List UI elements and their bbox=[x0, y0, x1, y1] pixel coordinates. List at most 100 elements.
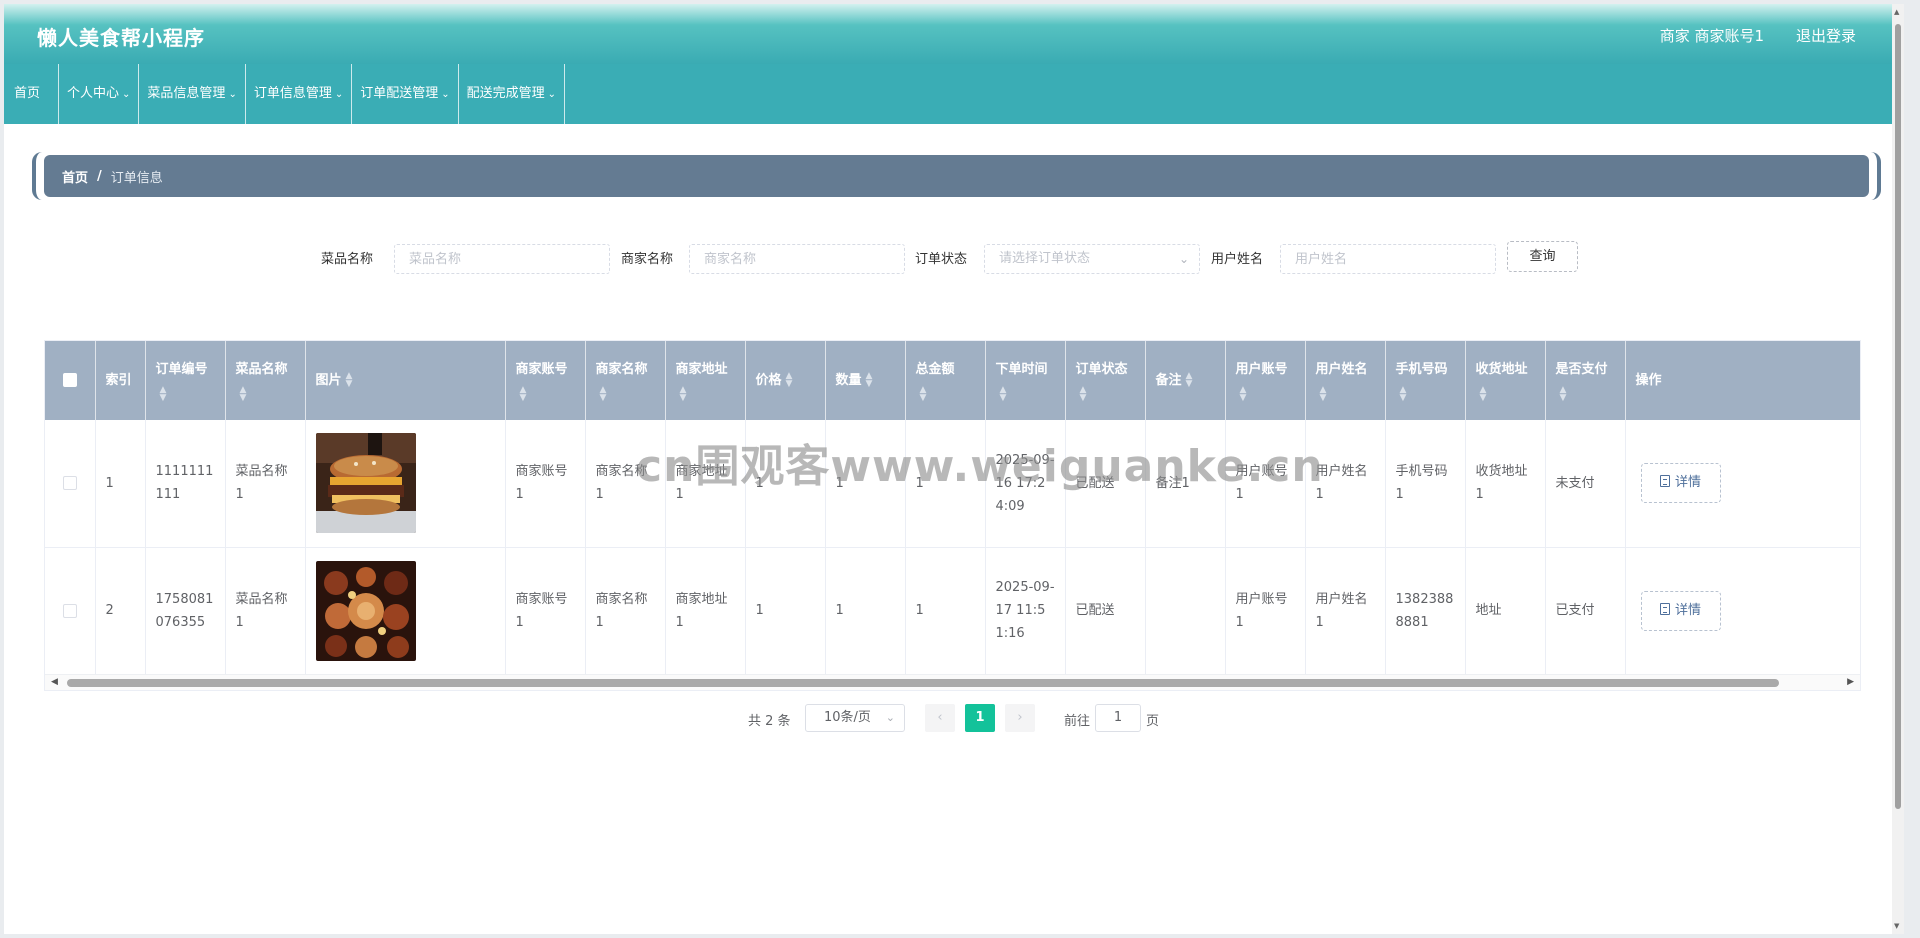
nav-item-delivery-management[interactable]: 订单配送管理 ⌄ bbox=[352, 64, 459, 124]
chevron-down-icon: ⌄ bbox=[1178, 252, 1189, 266]
cell-order-time: 2025-09-16 17:24:09 bbox=[985, 420, 1066, 547]
header-merchant-account[interactable]: 商家账号 ▲ ▼ bbox=[505, 341, 586, 420]
cell-merchant-address: 商家地址1 bbox=[665, 547, 746, 674]
sort-icon[interactable]: ▲ ▼ bbox=[1560, 385, 1615, 402]
row-checkbox[interactable] bbox=[62, 476, 77, 491]
cell-image bbox=[305, 547, 506, 674]
sort-icon[interactable]: ▲ ▼ bbox=[680, 385, 735, 402]
sort-icon[interactable]: ▲ ▼ bbox=[1080, 385, 1135, 402]
nav-item-personal-center[interactable]: 个人中心 ⌄ bbox=[59, 64, 140, 124]
header-index: 索引 bbox=[95, 341, 146, 420]
header-order-no[interactable]: 订单编号 ▲ ▼ bbox=[145, 341, 226, 420]
horizontal-scrollbar[interactable]: ◀ ▶ bbox=[45, 674, 1860, 690]
dish-name-input[interactable] bbox=[394, 244, 610, 274]
cell-merchant-address: 商家地址1 bbox=[665, 420, 746, 547]
nav-item-completed-management[interactable]: 配送完成管理 ⌄ bbox=[459, 64, 566, 124]
scroll-left-icon[interactable]: ◀ bbox=[51, 677, 58, 687]
header-price[interactable]: 价格 ▲ ▼ bbox=[745, 341, 826, 420]
nav-item-dish-management[interactable]: 菜品信息管理 ⌄ bbox=[139, 64, 246, 124]
sort-icon[interactable]: ▲ ▼ bbox=[346, 372, 353, 389]
detail-button[interactable]: 详情 bbox=[1640, 590, 1721, 631]
detail-button-label: 详情 bbox=[1674, 602, 1701, 618]
header-select-all[interactable] bbox=[45, 341, 96, 420]
detail-button[interactable]: 详情 bbox=[1640, 463, 1721, 504]
sort-icon[interactable]: ▲ ▼ bbox=[1480, 385, 1535, 402]
header-phone[interactable]: 手机号码 ▲ ▼ bbox=[1385, 341, 1466, 420]
header-order-time[interactable]: 下单时间 ▲ ▼ bbox=[985, 341, 1066, 420]
food-spread-image bbox=[315, 560, 416, 661]
header-label: 订单状态 bbox=[1075, 361, 1128, 377]
sort-icon[interactable]: ▲ ▼ bbox=[920, 385, 975, 402]
header-user-name[interactable]: 用户姓名 ▲ ▼ bbox=[1305, 341, 1386, 420]
sort-icon[interactable]: ▲ ▼ bbox=[520, 385, 575, 402]
row-checkbox[interactable] bbox=[62, 603, 77, 618]
vertical-scrollbar[interactable]: ▲ ▼ bbox=[1892, 4, 1904, 934]
chevron-down-icon: ⌄ bbox=[441, 89, 450, 100]
app-window: 懒人美食帮小程序 商家 商家账号1 退出登录 首页 个人中心 ⌄ 菜品信息管理 ⌄ … bbox=[4, 4, 1904, 934]
sort-icon[interactable]: ▲ ▼ bbox=[1186, 372, 1193, 389]
cell-total: 1 bbox=[905, 547, 986, 674]
chevron-down-icon: ⌄ bbox=[334, 89, 344, 100]
prev-page-button[interactable]: ‹ bbox=[925, 704, 955, 732]
row-select-cell[interactable] bbox=[45, 420, 96, 547]
sort-icon[interactable]: ▲ ▼ bbox=[1000, 385, 1055, 402]
header-dish-name[interactable]: 菜品名称 ▲ ▼ bbox=[225, 341, 306, 420]
scroll-down-icon[interactable]: ▼ bbox=[1894, 922, 1899, 930]
merchant-name-input[interactable] bbox=[689, 244, 905, 274]
header-user-account[interactable]: 用户账号 ▲ ▼ bbox=[1225, 341, 1306, 420]
header-merchant-address[interactable]: 商家地址 ▲ ▼ bbox=[665, 341, 746, 420]
cell-delivery-address: 地址 bbox=[1465, 547, 1546, 674]
nav-item-home[interactable]: 首页 bbox=[4, 64, 60, 124]
query-button[interactable]: 查询 bbox=[1507, 241, 1578, 272]
cell-price: 1 bbox=[745, 420, 826, 547]
scrollbar-thumb[interactable] bbox=[67, 679, 1779, 687]
header-total[interactable]: 总金额 ▲ ▼ bbox=[905, 341, 986, 420]
search-form: 菜品名称 商家名称 订单状态 请选择订单状态 ⌄ 用户姓名 查询 bbox=[4, 240, 1900, 274]
goto-label: 前往 bbox=[1064, 714, 1091, 729]
header-delivery-address[interactable]: 收货地址 ▲ ▼ bbox=[1465, 341, 1546, 420]
sort-icon[interactable]: ▲ ▼ bbox=[1400, 385, 1455, 402]
sort-icon[interactable]: ▲ ▼ bbox=[786, 372, 793, 389]
page-number-current[interactable]: 1 bbox=[965, 704, 995, 732]
scroll-up-icon[interactable]: ▲ bbox=[1894, 8, 1899, 16]
nav-item-order-management[interactable]: 订单信息管理 ⌄ bbox=[246, 64, 353, 124]
header-image[interactable]: 图片 ▲ ▼ bbox=[305, 341, 506, 420]
header-remark[interactable]: 备注 ▲ ▼ bbox=[1145, 341, 1226, 420]
header-label: 下单时间 bbox=[995, 361, 1048, 377]
page-size-select[interactable]: 10条/页 ⌄ bbox=[805, 704, 905, 732]
next-page-button[interactable]: › bbox=[1005, 704, 1035, 732]
cell-actions: 详情 bbox=[1625, 547, 1860, 674]
header-label: 数量 bbox=[835, 372, 862, 388]
select-all-checkbox[interactable] bbox=[62, 373, 77, 387]
cell-remark bbox=[1145, 547, 1226, 674]
burger-image bbox=[315, 433, 416, 534]
cell-index: 1 bbox=[95, 420, 146, 547]
order-status-select[interactable]: 请选择订单状态 ⌄ bbox=[984, 244, 1200, 274]
cell-image bbox=[305, 420, 506, 547]
header-paid[interactable]: 是否支付 ▲ ▼ bbox=[1545, 341, 1626, 420]
scroll-right-icon[interactable]: ▶ bbox=[1847, 677, 1854, 687]
scrollbar-thumb[interactable] bbox=[1895, 24, 1901, 809]
cell-index: 2 bbox=[95, 547, 146, 674]
sort-icon[interactable]: ▲ ▼ bbox=[600, 385, 655, 402]
logout-link[interactable]: 退出登录 bbox=[1796, 25, 1856, 46]
sort-icon[interactable]: ▲ ▼ bbox=[1240, 385, 1295, 402]
sort-icon[interactable]: ▲ ▼ bbox=[160, 385, 215, 402]
main-nav: 首页 个人中心 ⌄ 菜品信息管理 ⌄ 订单信息管理 ⌄ 订单配送管理 ⌄ 配送完成管理 ⌄ bbox=[4, 64, 1900, 124]
header-merchant-name[interactable]: 商家名称 ▲ ▼ bbox=[585, 341, 666, 420]
goto-page-input[interactable]: 1 bbox=[1095, 704, 1141, 732]
cell-user-name: 用户姓名1 bbox=[1305, 420, 1386, 547]
sort-icon[interactable]: ▲ ▼ bbox=[1320, 385, 1375, 402]
header-order-status[interactable]: 订单状态 ▲ ▼ bbox=[1065, 341, 1146, 420]
cell-paid: 已支付 bbox=[1545, 547, 1626, 674]
cell-dish-name: 菜品名称1 bbox=[225, 420, 306, 547]
sort-icon[interactable]: ▲ ▼ bbox=[240, 385, 295, 402]
header-quantity[interactable]: 数量 ▲ ▼ bbox=[825, 341, 906, 420]
sort-icon[interactable]: ▲ ▼ bbox=[866, 372, 873, 389]
chevron-right-icon: › bbox=[1017, 710, 1023, 725]
user-name-input[interactable] bbox=[1280, 244, 1496, 274]
row-select-cell[interactable] bbox=[45, 547, 96, 674]
breadcrumb-home[interactable]: 首页 bbox=[62, 167, 88, 186]
header-label: 商家地址 bbox=[675, 361, 728, 377]
app-title: 懒人美食帮小程序 bbox=[37, 26, 205, 50]
